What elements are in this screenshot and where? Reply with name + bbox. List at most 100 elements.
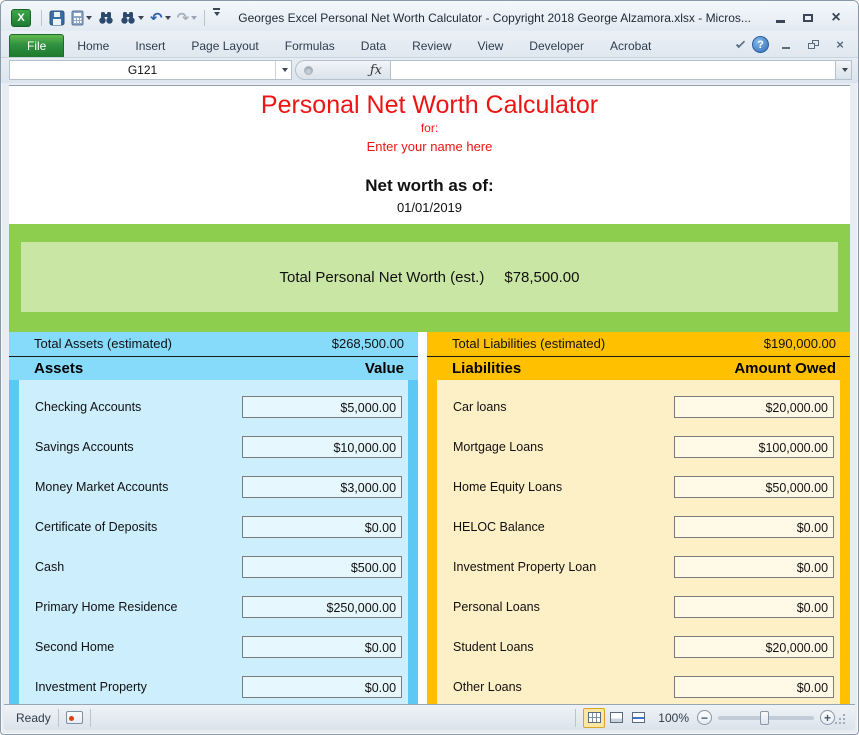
- liability-label: HELOC Balance: [453, 520, 674, 534]
- liability-label: Investment Property Loan: [453, 560, 674, 574]
- liability-value-input[interactable]: $20,000.00: [674, 396, 834, 418]
- asset-value-input[interactable]: $500.00: [242, 556, 402, 578]
- tab-page-layout[interactable]: Page Layout: [178, 34, 271, 57]
- name-box[interactable]: G121: [9, 60, 292, 80]
- asset-label: Savings Accounts: [35, 440, 242, 454]
- tab-data[interactable]: Data: [348, 34, 399, 57]
- asset-value-input[interactable]: $0.00: [242, 636, 402, 658]
- customize-quick-access-toolbar-button[interactable]: [209, 8, 223, 28]
- expand-ribbon-icon[interactable]: [736, 38, 745, 47]
- close-icon: ×: [831, 10, 840, 26]
- zoom-slider-track[interactable]: [718, 716, 814, 720]
- amount-owed-column-header: Amount Owed: [734, 360, 836, 377]
- asset-value-input[interactable]: $0.00: [242, 516, 402, 538]
- liability-row: Personal Loans $0.00: [453, 587, 834, 627]
- tab-formulas[interactable]: Formulas: [272, 34, 348, 57]
- find-button[interactable]: [95, 8, 117, 28]
- status-bar-right: 100% − +: [568, 708, 847, 728]
- tab-view[interactable]: View: [465, 34, 517, 57]
- name-box-value: G121: [10, 63, 275, 77]
- maximize-button[interactable]: [794, 9, 822, 28]
- separator: [204, 10, 205, 26]
- liability-label: Student Loans: [453, 640, 674, 654]
- close-button[interactable]: ×: [822, 9, 850, 28]
- asset-value-input[interactable]: $10,000.00: [242, 436, 402, 458]
- tab-review[interactable]: Review: [399, 34, 464, 57]
- tab-insert[interactable]: Insert: [122, 34, 178, 57]
- workbook-restore-button[interactable]: [803, 37, 823, 53]
- redo-button[interactable]: ↷: [174, 8, 201, 28]
- resize-grip[interactable]: [843, 722, 845, 724]
- macro-record-button[interactable]: [66, 711, 83, 724]
- zoom-in-button[interactable]: +: [820, 710, 835, 725]
- undo-button[interactable]: ↶: [147, 8, 174, 28]
- asset-value-input[interactable]: $0.00: [242, 676, 402, 698]
- liability-row: Mortgage Loans $100,000.00: [453, 427, 834, 467]
- name-entry-cell[interactable]: Enter your name here: [9, 137, 850, 156]
- title-bar: X: [1, 1, 858, 31]
- normal-view-icon: [588, 712, 601, 723]
- assets-header-row: Assets Value: [9, 357, 418, 380]
- assets-total-label: Total Assets (estimated): [34, 336, 172, 351]
- liabilities-total-label: Total Liabilities (estimated): [452, 336, 605, 351]
- formula-bar-row: G121 ƒx: [1, 58, 858, 83]
- help-button[interactable]: ?: [752, 36, 769, 53]
- tab-file[interactable]: File: [9, 34, 64, 57]
- workbook-minimize-button[interactable]: [776, 37, 796, 53]
- separator: [575, 709, 576, 727]
- record-dot-icon: [69, 716, 74, 721]
- asset-value-input[interactable]: $5,000.00: [242, 396, 402, 418]
- normal-view-button[interactable]: [583, 708, 605, 728]
- asset-value-input[interactable]: $250,000.00: [242, 596, 402, 618]
- workbook-close-button[interactable]: ×: [830, 37, 850, 53]
- zoom-slider-handle[interactable]: [760, 711, 769, 725]
- formula-input[interactable]: [391, 60, 836, 80]
- as-of-date-cell[interactable]: 01/01/2019: [9, 198, 850, 217]
- tab-acrobat[interactable]: Acrobat: [597, 34, 664, 57]
- name-box-dropdown[interactable]: [275, 61, 291, 79]
- liability-value-input[interactable]: $0.00: [674, 676, 834, 698]
- liability-label: Mortgage Loans: [453, 440, 674, 454]
- zoom-level[interactable]: 100%: [658, 711, 689, 725]
- tab-home[interactable]: Home: [64, 34, 122, 57]
- asset-row: Money Market Accounts $3,000.00: [35, 467, 402, 507]
- liability-value-input[interactable]: $0.00: [674, 516, 834, 538]
- page-break-view-button[interactable]: [627, 708, 649, 728]
- status-bar: Ready 100% − +: [4, 704, 855, 730]
- binoculars-icon: [120, 11, 136, 25]
- asset-value-input[interactable]: $3,000.00: [242, 476, 402, 498]
- assets-total-value: $268,500.00: [332, 336, 404, 351]
- page-layout-view-icon: [610, 712, 623, 723]
- page-layout-view-button[interactable]: [605, 708, 627, 728]
- liability-value-input[interactable]: $50,000.00: [674, 476, 834, 498]
- excel-logo-icon[interactable]: X: [11, 9, 31, 27]
- insert-function-button[interactable]: ƒx: [370, 63, 382, 78]
- quick-access-toolbar: ↶ ↷: [37, 8, 223, 28]
- minimize-button[interactable]: [766, 9, 794, 28]
- separator: [41, 10, 42, 26]
- zoom-out-button[interactable]: −: [697, 710, 712, 725]
- tab-developer[interactable]: Developer: [516, 34, 597, 57]
- liability-value-input[interactable]: $0.00: [674, 556, 834, 578]
- liabilities-total-row: Total Liabilities (estimated) $190,000.0…: [427, 332, 850, 356]
- find-menu-button[interactable]: [117, 8, 147, 28]
- liabilities-panel: Total Liabilities (estimated) $190,000.0…: [427, 332, 850, 704]
- asset-row: Primary Home Residence $250,000.00: [35, 587, 402, 627]
- assets-list: Checking Accounts $5,000.00 Savings Acco…: [19, 380, 408, 704]
- liability-label: Other Loans: [453, 680, 674, 694]
- calculator-button[interactable]: [68, 8, 95, 28]
- save-button[interactable]: [46, 8, 68, 28]
- tab-row-controls: ? ×: [736, 36, 850, 57]
- page-break-view-icon: [632, 712, 645, 723]
- expand-formula-bar-button[interactable]: [836, 60, 852, 80]
- liability-value-input[interactable]: $100,000.00: [674, 436, 834, 458]
- liability-value-input[interactable]: $0.00: [674, 596, 834, 618]
- liability-value-input[interactable]: $20,000.00: [674, 636, 834, 658]
- binoculars-icon: [98, 11, 114, 25]
- excel-window: X: [0, 0, 859, 735]
- for-label: for:: [9, 120, 850, 137]
- liability-row: Investment Property Loan $0.00: [453, 547, 834, 587]
- asset-row: Certificate of Deposits $0.00: [35, 507, 402, 547]
- net-worth-label: Total Personal Net Worth (est.): [280, 269, 485, 286]
- as-of-label: Net worth as of:: [9, 174, 850, 197]
